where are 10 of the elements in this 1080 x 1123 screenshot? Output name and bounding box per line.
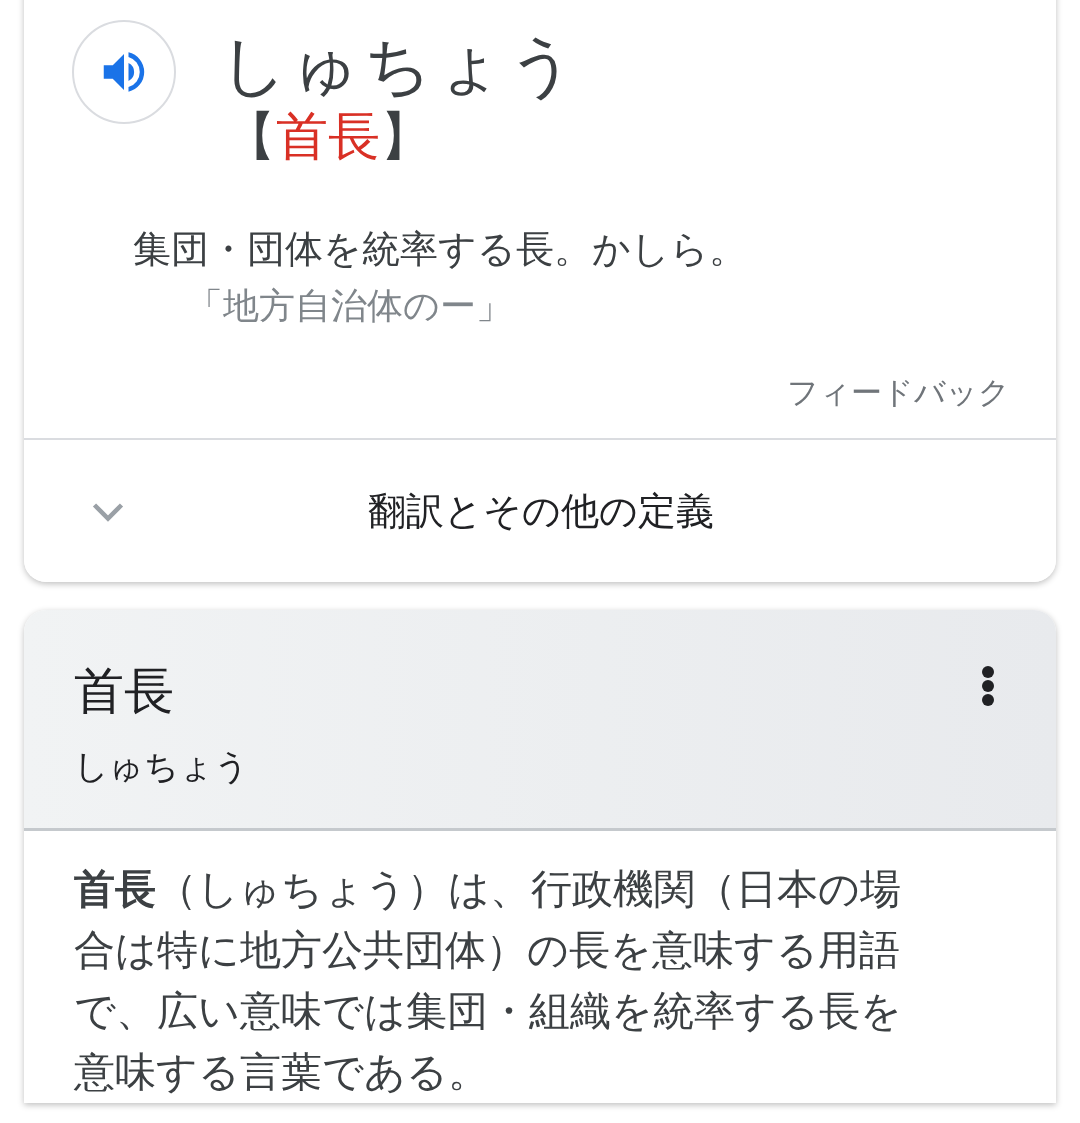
example-text: 「地方自治体のー」	[187, 284, 513, 328]
reading-text: しゅちょう	[220, 28, 580, 104]
more-options-icon[interactable]	[980, 666, 996, 706]
definition-text: 集団・団体を統率する長。かしら。	[133, 226, 748, 273]
card-subtitle: しゅちょう	[74, 745, 249, 788]
card-title: 首長	[74, 661, 175, 722]
more-definitions-button[interactable]: 翻訳とその他の定義	[24, 438, 1056, 582]
description-text: 首長（しゅちょう）は、行政機関（日本の場合は特に地方公共団体）の長を意味する用語で、広い意味では集団・組織を統率する長を意味する言葉である。	[73, 864, 903, 1098]
feedback-link[interactable]: フィードバック	[787, 334, 1056, 438]
headword: 【首長】	[224, 105, 433, 168]
